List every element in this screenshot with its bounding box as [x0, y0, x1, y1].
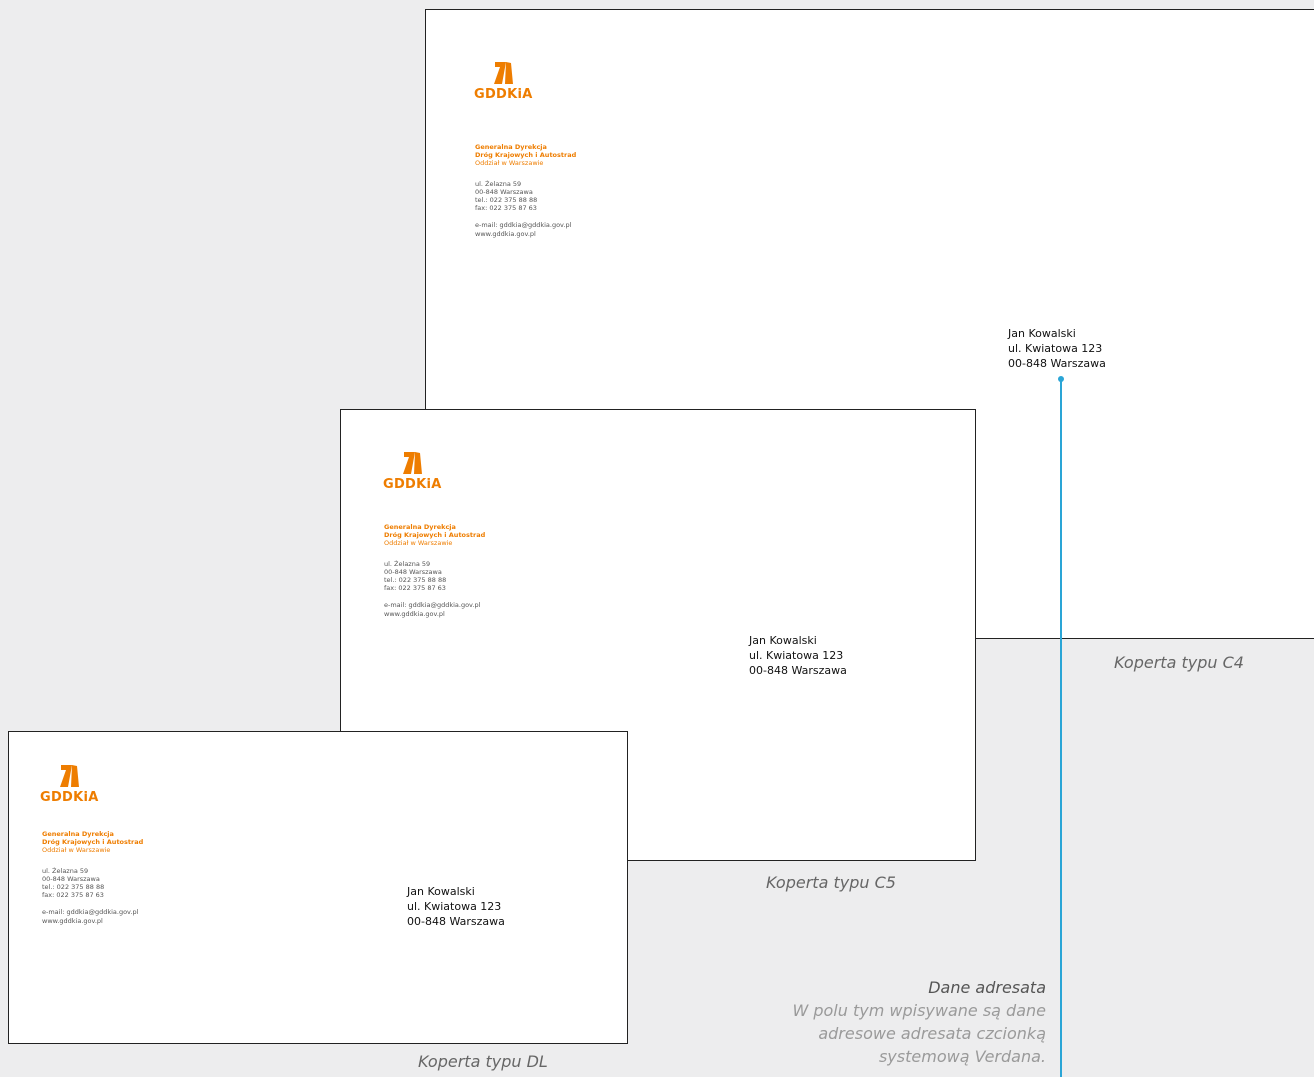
logo-wordmark: GDDKiA — [474, 87, 533, 102]
sender-org-line1: Generalna Dyrekcja — [475, 143, 547, 151]
recipient-city: 00-848 Warszawa — [407, 915, 505, 928]
leader-dot-icon — [1058, 376, 1064, 382]
sender-branch: Oddział w Warszawie — [42, 846, 111, 855]
logo-wordmark: GDDKiA — [40, 790, 99, 805]
sender-email: e-mail: gddkia@gddkia.gov.pl — [42, 908, 139, 917]
recipient-city: 00-848 Warszawa — [749, 664, 847, 677]
recipient-street: ul. Kwiatowa 123 — [407, 900, 502, 913]
road-logo-icon — [403, 452, 423, 474]
annotation-title: Dane adresata — [928, 978, 1046, 997]
envelope-dl: GDDKiA Generalna Dyrekcja Dróg Krajowych… — [8, 731, 628, 1044]
caption-c5: Koperta typu C5 — [766, 873, 896, 892]
sender-org-line2: Dróg Krajowych i Autostrad — [42, 838, 144, 847]
gddkia-logo: GDDKiA — [474, 60, 533, 101]
sender-tel: tel.: 022 375 88 88 — [42, 883, 105, 892]
sender-tel: tel.: 022 375 88 88 — [475, 196, 538, 205]
sender-street: ul. Żelazna 59 — [384, 559, 431, 568]
sender-branch: Oddział w Warszawie — [384, 539, 453, 548]
sender-city: 00-848 Warszawa — [42, 874, 100, 883]
sender-fax: fax: 022 375 87 63 — [42, 891, 104, 900]
recipient-street: ul. Kwiatowa 123 — [1008, 342, 1103, 355]
sender-fax: fax: 022 375 87 63 — [475, 204, 537, 213]
sender-block: Generalna Dyrekcja Dróg Krajowych i Auto… — [475, 143, 576, 238]
sender-tel: tel.: 022 375 88 88 — [384, 576, 447, 585]
sender-www: www.gddkia.gov.pl — [475, 229, 536, 238]
sender-fax: fax: 022 375 87 63 — [384, 584, 446, 593]
recipient-name: Jan Kowalski — [1008, 327, 1076, 340]
sender-city: 00-848 Warszawa — [475, 187, 533, 196]
gddkia-logo: GDDKiA — [383, 450, 442, 491]
sender-branch: Oddział w Warszawie — [475, 159, 544, 168]
sender-email: e-mail: gddkia@gddkia.gov.pl — [475, 221, 572, 230]
annotation-line3: systemową Verdana. — [878, 1047, 1046, 1066]
sender-email: e-mail: gddkia@gddkia.gov.pl — [384, 601, 481, 610]
recipient-street: ul. Kwiatowa 123 — [749, 649, 844, 662]
recipient-name: Jan Kowalski — [749, 634, 817, 647]
sender-org-line2: Dróg Krajowych i Autostrad — [384, 531, 486, 540]
sender-org-line1: Generalna Dyrekcja — [42, 830, 114, 838]
sender-org-line1: Generalna Dyrekcja — [384, 523, 456, 531]
recipient-address: Jan Kowalski ul. Kwiatowa 123 00-848 War… — [749, 633, 847, 678]
recipient-leader-line — [1060, 379, 1062, 1077]
road-logo-icon — [60, 765, 80, 787]
sender-org-line2: Dróg Krajowych i Autostrad — [475, 151, 577, 160]
sender-www: www.gddkia.gov.pl — [384, 609, 445, 618]
gddkia-logo: GDDKiA — [40, 763, 99, 804]
recipient-annotation: Dane adresata W polu tym wpisywane są da… — [792, 976, 1046, 1068]
recipient-address: Jan Kowalski ul. Kwiatowa 123 00-848 War… — [407, 884, 505, 929]
recipient-city: 00-848 Warszawa — [1008, 357, 1106, 370]
sender-block: Generalna Dyrekcja Dróg Krajowych i Auto… — [384, 523, 485, 618]
caption-c4: Koperta typu C4 — [1114, 653, 1244, 672]
caption-dl: Koperta typu DL — [418, 1052, 548, 1071]
sender-block: Generalna Dyrekcja Dróg Krajowych i Auto… — [42, 830, 143, 925]
annotation-line2: adresowe adresata czcionką — [818, 1024, 1046, 1043]
sender-city: 00-848 Warszawa — [384, 567, 442, 576]
recipient-address: Jan Kowalski ul. Kwiatowa 123 00-848 War… — [1008, 326, 1106, 371]
recipient-name: Jan Kowalski — [407, 885, 475, 898]
sender-street: ul. Żelazna 59 — [475, 179, 522, 188]
annotation-line1: W polu tym wpisywane są dane — [792, 1001, 1046, 1020]
sender-www: www.gddkia.gov.pl — [42, 916, 103, 925]
sender-street: ul. Żelazna 59 — [42, 866, 89, 875]
logo-wordmark: GDDKiA — [383, 477, 442, 492]
road-logo-icon — [494, 62, 514, 84]
